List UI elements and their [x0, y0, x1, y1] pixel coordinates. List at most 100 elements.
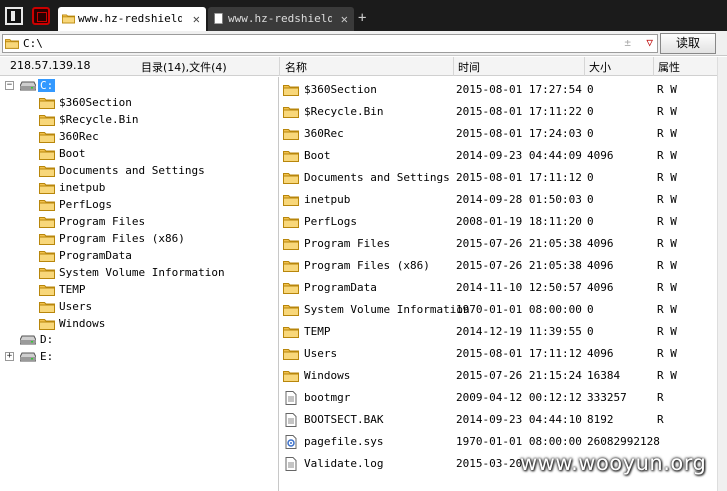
record-icon[interactable] — [32, 7, 50, 25]
file-icon — [283, 457, 299, 471]
file-size: 0 — [587, 127, 594, 140]
file-time: 2015-03-20 — [456, 457, 523, 470]
file-name: $Recycle.Bin — [304, 105, 384, 118]
folder-icon — [283, 369, 299, 383]
table-row[interactable]: System Volume Information 1970-01-01 08:0… — [280, 299, 717, 321]
tree-item-label: TEMP — [59, 283, 86, 296]
folder-icon — [283, 83, 299, 97]
chevron-down-icon[interactable]: ▽ — [646, 36, 653, 49]
file-name: 360Rec — [304, 127, 344, 140]
table-row[interactable]: Windows 2015-07-26 21:15:24 16384 R W — [280, 365, 717, 387]
table-row[interactable]: Users 2015-08-01 17:11:12 4096 R W — [280, 343, 717, 365]
table-row[interactable]: Program Files (x86) 2015-07-26 21:05:38 40… — [280, 255, 717, 277]
file-name: Validate.log — [304, 457, 384, 470]
folder-icon — [283, 149, 299, 163]
table-row[interactable]: Documents and Settings 2015-08-01 17:11:1… — [280, 167, 717, 189]
tree-drive-e[interactable]: E: — [40, 348, 53, 365]
table-row[interactable]: BOOTSECT.BAK 2014-09-23 04:44:10 8192 R — [280, 409, 717, 431]
folder-icon — [283, 193, 299, 207]
folder-icon — [283, 347, 299, 361]
tree-item-label: Program Files — [59, 215, 146, 228]
file-attr: R W — [657, 83, 677, 96]
folder-icon — [283, 303, 299, 317]
folder-icon — [39, 114, 55, 126]
file-size: 333257 — [587, 391, 627, 404]
vertical-scrollbar[interactable] — [717, 57, 727, 491]
file-time: 2008-01-19 18:11:20 — [456, 215, 582, 228]
collapse-icon[interactable]: − — [5, 81, 14, 90]
folder-icon — [283, 237, 299, 251]
file-attr: R W — [657, 347, 677, 360]
watermark: www.wooyun.org — [520, 451, 707, 475]
document-icon — [214, 13, 223, 24]
file-time: 1970-01-01 08:00:00 — [456, 435, 582, 448]
file-time: 2015-08-01 17:24:03 — [456, 127, 582, 140]
table-row[interactable]: inetpub 2014-09-28 01:50:03 0 R W — [280, 189, 717, 211]
tree-drive-c[interactable]: C: — [38, 77, 56, 94]
column-header-size[interactable]: 大小 — [589, 59, 611, 75]
path-input[interactable]: C:\ ± ▽ — [2, 34, 658, 53]
up-icon[interactable]: ± — [624, 36, 631, 49]
file-size: 4096 — [587, 347, 614, 360]
drive-icon — [20, 81, 36, 91]
table-row[interactable]: ProgramData 2014-11-10 12:50:57 4096 R W — [280, 277, 717, 299]
file-size: 0 — [587, 193, 594, 206]
table-row[interactable]: Boot 2014-09-23 04:44:09 4096 R W — [280, 145, 717, 167]
folder-icon — [39, 250, 55, 262]
file-name: $360Section — [304, 83, 377, 96]
file-time: 2009-04-12 00:12:12 — [456, 391, 582, 404]
drive-icon — [20, 335, 36, 345]
tree-drive-label: D: — [40, 333, 54, 346]
file-size: 0 — [587, 325, 594, 338]
folder-icon — [39, 148, 55, 160]
new-tab-button[interactable]: + — [358, 9, 366, 27]
file-size: 8192 — [587, 413, 614, 426]
tree-item-label: Users — [59, 300, 93, 313]
header-row: 218.57.139.18 目录(14),文件(4) 名称 时间 大小 属性 — [0, 57, 727, 76]
table-row[interactable]: 360Rec 2015-08-01 17:24:03 0 R W — [280, 123, 717, 145]
folder-icon — [39, 267, 55, 279]
folder-icon — [39, 199, 55, 211]
close-icon[interactable]: ✕ — [193, 7, 200, 31]
file-attr: R W — [657, 193, 677, 206]
table-row[interactable]: TEMP 2014-12-19 11:39:55 0 R W — [280, 321, 717, 343]
folder-icon — [39, 284, 55, 296]
column-header-attr[interactable]: 属性 — [658, 59, 680, 75]
file-name: Boot — [304, 149, 331, 162]
file-attr: R W — [657, 105, 677, 118]
tree-item-label: Windows — [59, 317, 106, 330]
file-time: 2015-08-01 17:27:54 — [456, 83, 582, 96]
file-size: 16384 — [587, 369, 621, 382]
table-row[interactable]: pagefile.sys 1970-01-01 08:00:00 260829921… — [280, 431, 717, 453]
tab-active[interactable]: www.hz-redshield... ✕ — [58, 7, 206, 31]
file-attr: R W — [657, 281, 677, 294]
tree-drive-label: E: — [40, 350, 54, 363]
column-divider — [453, 57, 454, 76]
file-time: 2014-12-19 11:39:55 — [456, 325, 582, 338]
close-icon[interactable]: ✕ — [341, 7, 348, 31]
file-time: 1970-01-01 08:00:00 — [456, 303, 582, 316]
read-button[interactable]: 读取 — [660, 33, 716, 54]
tree-item-label: PerfLogs — [59, 198, 112, 211]
expand-icon[interactable]: + — [5, 352, 14, 361]
app-menu-icon[interactable] — [5, 7, 23, 25]
column-header-name[interactable]: 名称 — [285, 59, 307, 75]
table-row[interactable]: Program Files 2015-07-26 21:05:38 4096 R W — [280, 233, 717, 255]
tab-inactive[interactable]: www.hz-redshield... ✕ — [208, 7, 354, 31]
folder-icon — [5, 38, 19, 49]
file-name: Users — [304, 347, 338, 360]
tab-title: www.hz-redshield... — [78, 12, 182, 25]
file-attr: R W — [657, 127, 677, 140]
tree-drive-d[interactable]: D: — [40, 331, 53, 348]
table-row[interactable]: bootmgr 2009-04-12 00:12:12 333257 R — [280, 387, 717, 409]
file-time: 2015-08-01 17:11:12 — [456, 171, 582, 184]
file-attr: R W — [657, 215, 677, 228]
table-row[interactable]: PerfLogs 2008-01-19 18:11:20 0 R W — [280, 211, 717, 233]
table-row[interactable]: $Recycle.Bin 2015-08-01 17:11:22 0 R W — [280, 101, 717, 123]
file-name: inetpub — [304, 193, 351, 206]
folder-icon — [283, 281, 299, 295]
folder-icon — [39, 233, 55, 245]
column-header-time[interactable]: 时间 — [458, 59, 480, 75]
file-icon — [283, 413, 299, 427]
table-row[interactable]: $360Section 2015-08-01 17:27:54 0 R W — [280, 79, 717, 101]
